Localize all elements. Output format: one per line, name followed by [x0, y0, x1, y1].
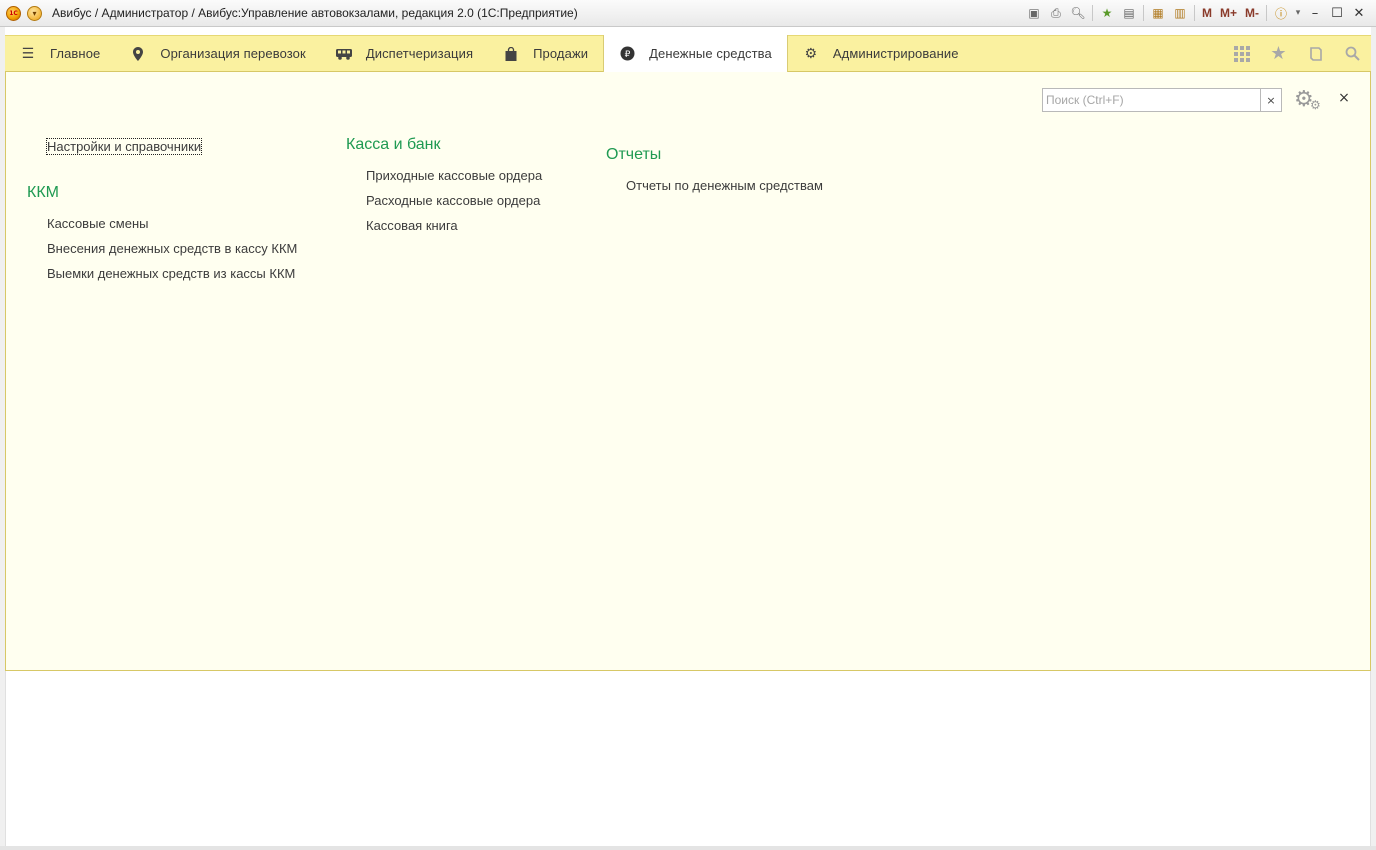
section-label: Организация перевозок	[160, 46, 306, 61]
group-title-reports: Отчеты	[606, 146, 662, 163]
main-menu-chevron-icon[interactable]: ▾	[27, 5, 42, 21]
sections-tools: ★	[1223, 36, 1371, 71]
settings-and-catalogs-link[interactable]: Настройки и справочники	[45, 138, 203, 155]
ruble-icon: ₽	[619, 46, 635, 62]
workspace-area	[5, 671, 1371, 846]
cash-book-link[interactable]: Кассовая книга	[366, 218, 458, 233]
all-functions-icon[interactable]	[1223, 36, 1260, 71]
close-window-button[interactable]: ✕	[1348, 6, 1370, 21]
section-administration[interactable]: ⚙ Администрирование	[788, 36, 974, 71]
minimize-button[interactable]: –	[1304, 6, 1326, 21]
toolbar-separator	[1266, 5, 1267, 21]
sections-panel: ☰ Главное Организация перевозок Диспетче…	[5, 35, 1371, 72]
cash-withdrawals-link[interactable]: Выемки денежных средств из кассы ККМ	[47, 266, 295, 281]
gear-icon: ⚙	[804, 45, 818, 62]
toolbar-separator	[1193, 5, 1195, 21]
cash-shifts-link[interactable]: Кассовые смены	[47, 216, 148, 231]
map-pin-icon	[130, 46, 146, 62]
command-search: ×	[1042, 88, 1282, 112]
section-transport-organization[interactable]: Организация перевозок	[115, 36, 320, 71]
svg-text:₽: ₽	[624, 50, 630, 60]
window-frame-right	[1371, 27, 1376, 850]
close-panel-button[interactable]: ×	[1336, 90, 1352, 108]
section-money[interactable]: ₽ Денежные средства	[603, 35, 788, 72]
section-label: Диспетчеризация	[365, 46, 474, 61]
menu-icon: ☰	[21, 45, 35, 62]
print-preview-icon[interactable]: 🔍︎	[1067, 3, 1089, 23]
window-title: Авибус / Администратор / Авибус:Управлен…	[52, 6, 578, 20]
section-dispatching[interactable]: Диспетчеризация	[321, 36, 488, 71]
cash-deposits-link[interactable]: Внесения денежных средств в кассу ККМ	[47, 241, 297, 256]
section-content-panel: × ⚙⚙ × Настройки и справочники ККМ Кассо…	[5, 72, 1371, 671]
chevron-down-icon[interactable]: ▾	[1292, 3, 1304, 23]
calendar-icon[interactable]: ▥	[1169, 3, 1191, 23]
maximize-button[interactable]: ☐	[1326, 6, 1348, 21]
save-icon[interactable]: ▣	[1023, 3, 1045, 23]
memory-plus-button[interactable]: M+	[1216, 6, 1241, 20]
memory-minus-button[interactable]: M-	[1241, 6, 1263, 20]
incoming-cash-orders-link[interactable]: Приходные кассовые ордера	[366, 168, 542, 183]
window-title-bar: 1С ▾ Авибус / Администратор / Авибус:Упр…	[0, 0, 1376, 27]
history-icon[interactable]	[1297, 36, 1334, 71]
search-icon[interactable]	[1334, 36, 1371, 71]
section-label: Главное	[50, 46, 101, 61]
toolbar-separator	[1142, 5, 1144, 21]
print-icon[interactable]: ⎙	[1045, 3, 1067, 23]
section-label: Продажи	[533, 46, 589, 61]
info-icon[interactable]: ⓘ	[1270, 3, 1292, 23]
outgoing-cash-orders-link[interactable]: Расходные кассовые ордера	[366, 193, 540, 208]
shopping-bag-icon	[503, 46, 519, 62]
money-reports-link[interactable]: Отчеты по денежным средствам	[626, 178, 823, 193]
group-title-cash-and-bank: Касса и банк	[346, 136, 441, 153]
bus-icon	[335, 46, 352, 62]
settings-gear-icon[interactable]: ⚙ ⚙	[1294, 87, 1324, 113]
search-input[interactable]	[1043, 89, 1260, 111]
window-frame-bottom	[0, 846, 1376, 850]
bookmark-icon[interactable]: ▤	[1118, 3, 1140, 23]
calculator-icon[interactable]: ▦	[1147, 3, 1169, 23]
section-main[interactable]: ☰ Главное	[5, 36, 115, 71]
app-logo-icon[interactable]: 1С	[6, 5, 21, 21]
section-sales[interactable]: Продажи	[488, 36, 603, 71]
section-label: Денежные средства	[649, 46, 772, 61]
memory-button[interactable]: M	[1198, 6, 1216, 20]
favorites-star-icon[interactable]: ★	[1260, 36, 1297, 71]
group-title-kkm: ККМ	[27, 184, 59, 201]
section-label: Администрирование	[832, 46, 959, 61]
title-toolbar: ▣ ⎙ 🔍︎ ★ ▤ ▦ ▥ M M+ M- ⓘ ▾ – ☐ ✕	[1023, 3, 1370, 23]
toolbar-separator	[1091, 5, 1093, 21]
add-favorite-icon[interactable]: ★	[1096, 3, 1118, 23]
search-clear-button[interactable]: ×	[1260, 89, 1281, 111]
